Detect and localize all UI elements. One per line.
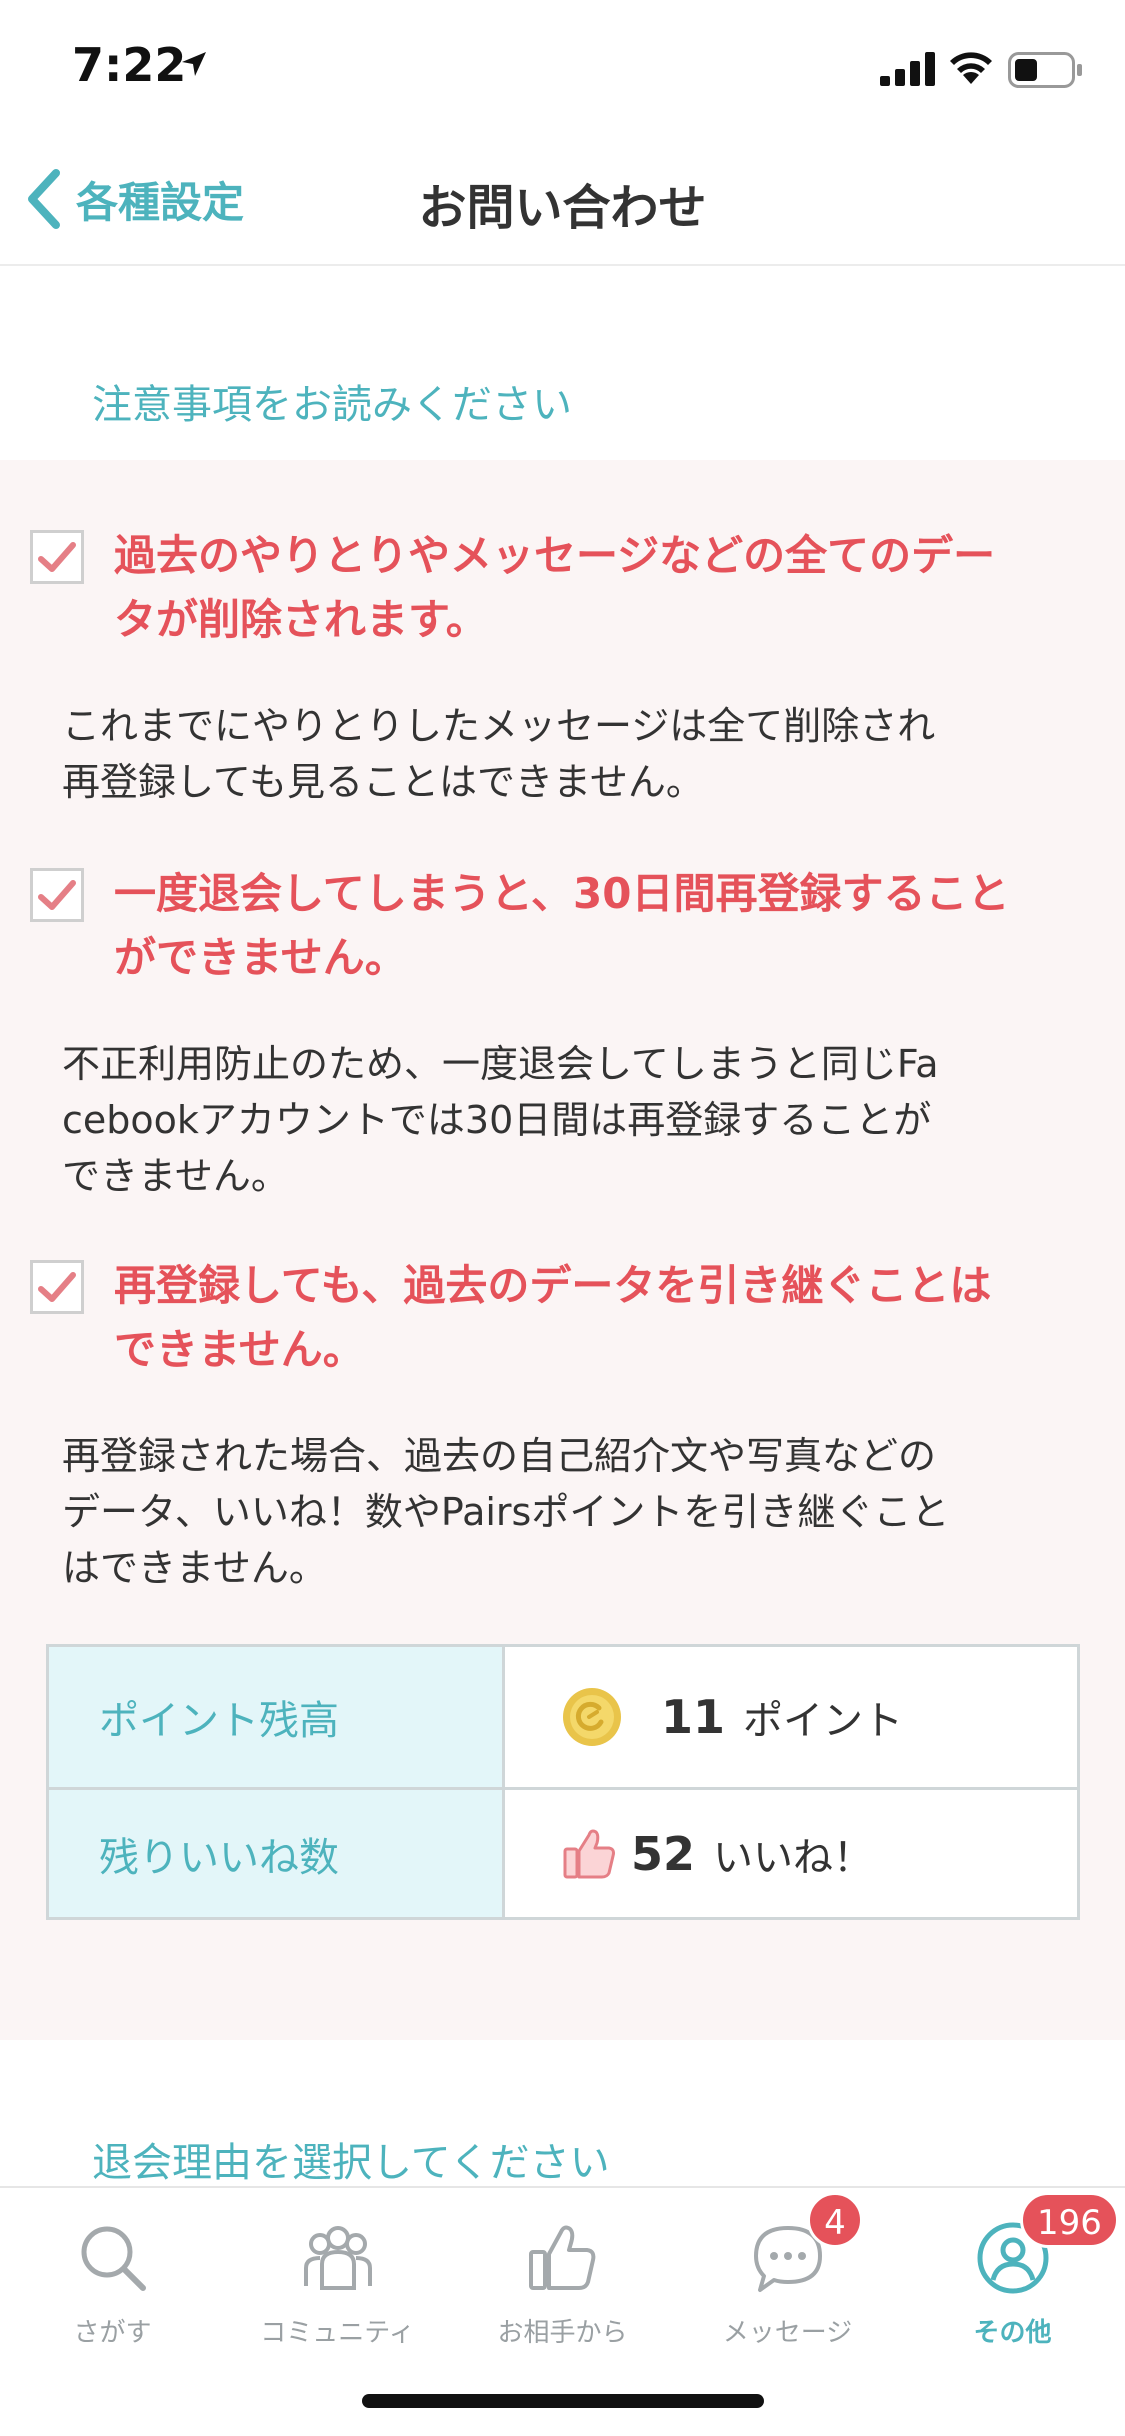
cellular-signal-icon bbox=[880, 52, 935, 86]
thumbs-up-icon bbox=[528, 2225, 595, 2290]
notice-body-line: 再登録しても見ることはできません。 bbox=[62, 760, 704, 804]
notice-checkbox-row-reregistration-wait[interactable]: 一度退会してしまうと、30日間再登録すること ができません。 bbox=[30, 862, 1090, 990]
status-time: 7:22 bbox=[72, 38, 187, 92]
notice-title-line: タが削除されます。 bbox=[114, 595, 488, 644]
remaining-likes-value: 52 いいね！ bbox=[505, 1790, 1077, 1917]
unread-messages-badge: 4 bbox=[807, 2192, 863, 2248]
checkbox-checked[interactable] bbox=[30, 1260, 84, 1314]
checkbox-checked[interactable] bbox=[30, 530, 84, 584]
likes-count: 52 bbox=[631, 1826, 696, 1881]
points-count: 11 bbox=[661, 1690, 726, 1744]
checkbox-checked[interactable] bbox=[30, 868, 84, 922]
battery-icon bbox=[1008, 52, 1082, 88]
checkmark-icon bbox=[38, 880, 76, 910]
community-icon bbox=[303, 2226, 372, 2290]
points-unit: ポイント bbox=[743, 1698, 904, 1744]
notice-checkbox-row-data-not-transferred[interactable]: 再登録しても、過去のデータを引き継ぐことは できません。 bbox=[30, 1254, 1090, 1382]
reason-section-header: 退会理由を選択してください bbox=[92, 2140, 610, 2186]
notice-title: 過去のやりとりやメッセージなどの全てのデー タが削除されます。 bbox=[114, 524, 1090, 652]
points-balance-label: ポイント残高 bbox=[49, 1647, 505, 1787]
notice-body-line: 再登録された場合、過去の自己紹介文や写真などの bbox=[62, 1434, 937, 1478]
remaining-likes-label: 残りいいね数 bbox=[49, 1790, 505, 1917]
notice-title-line: 再登録しても、過去のデータを引き継ぐことは bbox=[114, 1261, 992, 1310]
status-bar: 7:22 bbox=[0, 0, 1125, 132]
notice-title-line: 一度退会してしまうと、30日間再登録すること bbox=[114, 869, 1010, 918]
page-title: お問い合わせ bbox=[418, 180, 707, 236]
search-icon bbox=[81, 2226, 146, 2291]
tab-label: お相手から bbox=[497, 2318, 628, 2348]
notice-title-line: できません。 bbox=[114, 1325, 365, 1374]
tab-label: コミュニティ bbox=[260, 2318, 415, 2348]
notice-title-line: 過去のやりとりやメッセージなどの全てのデー bbox=[114, 531, 996, 580]
tab-more[interactable]: その他 196 bbox=[900, 2192, 1125, 2356]
notice-body-line: データ、いいね！数やPairsポイントを引き継ぐこと bbox=[62, 1490, 950, 1534]
tab-community[interactable]: コミュニティ bbox=[225, 2206, 450, 2356]
notice-checkbox-row-data-deletion[interactable]: 過去のやりとりやメッセージなどの全てのデー タが削除されます。 bbox=[30, 524, 1090, 652]
tab-label: メッセージ bbox=[722, 2318, 853, 2348]
account-balance-table: ポイント残高 11 ポイント 残りいいね数 52 いいね！ bbox=[46, 1644, 1080, 1920]
remaining-likes-row: 残りいいね数 52 いいね！ bbox=[49, 1787, 1077, 1917]
tab-likes-received[interactable]: お相手から bbox=[450, 2206, 675, 2356]
checkmark-icon bbox=[38, 1272, 76, 1302]
notice-body: 再登録された場合、過去の自己紹介文や写真などの データ、いいね！数やPairsポ… bbox=[62, 1428, 1072, 1596]
home-indicator bbox=[362, 2394, 764, 2408]
wifi-icon bbox=[950, 52, 992, 84]
notice-title-line: ができません。 bbox=[114, 933, 407, 982]
notice-title: 一度退会してしまうと、30日間再登録すること ができません。 bbox=[114, 862, 1090, 990]
notice-body-line: はできません。 bbox=[62, 1546, 327, 1590]
points-balance-row: ポイント残高 11 ポイント bbox=[49, 1647, 1077, 1787]
coin-icon bbox=[563, 1688, 621, 1746]
notice-body-line: できません。 bbox=[62, 1154, 289, 1198]
notice-section-header: 注意事項をお読みください bbox=[92, 382, 572, 428]
notice-title: 再登録しても、過去のデータを引き継ぐことは できません。 bbox=[114, 1254, 1090, 1382]
navigation-bar: 各種設定 お問い合わせ bbox=[0, 132, 1125, 266]
thumbs-up-icon bbox=[563, 1829, 615, 1878]
tab-messages[interactable]: メッセージ 4 bbox=[675, 2192, 900, 2356]
tab-label: その他 bbox=[973, 2318, 1052, 2348]
location-arrow-icon bbox=[182, 52, 206, 76]
notice-body-line: これまでにやりとりしたメッセージは全て削除され bbox=[62, 704, 936, 748]
notice-body: これまでにやりとりしたメッセージは全て削除され 再登録しても見ることはできません… bbox=[62, 698, 1072, 810]
points-balance-value: 11 ポイント bbox=[505, 1647, 1077, 1787]
likes-unit: いいね！ bbox=[713, 1834, 874, 1881]
tab-search[interactable]: さがす bbox=[0, 2206, 225, 2356]
notifications-badge: 196 bbox=[1020, 2192, 1119, 2248]
checkmark-icon bbox=[38, 542, 76, 572]
notice-body-line: cebookアカウントでは30日間は再登録することが bbox=[62, 1098, 932, 1142]
notice-body: 不正利用防止のため、一度退会してしまうと同じFa cebookアカウントでは30… bbox=[62, 1036, 1072, 1204]
notice-body-line: 不正利用防止のため、一度退会してしまうと同じFa bbox=[62, 1042, 939, 1086]
tab-label: さがす bbox=[73, 2318, 152, 2348]
